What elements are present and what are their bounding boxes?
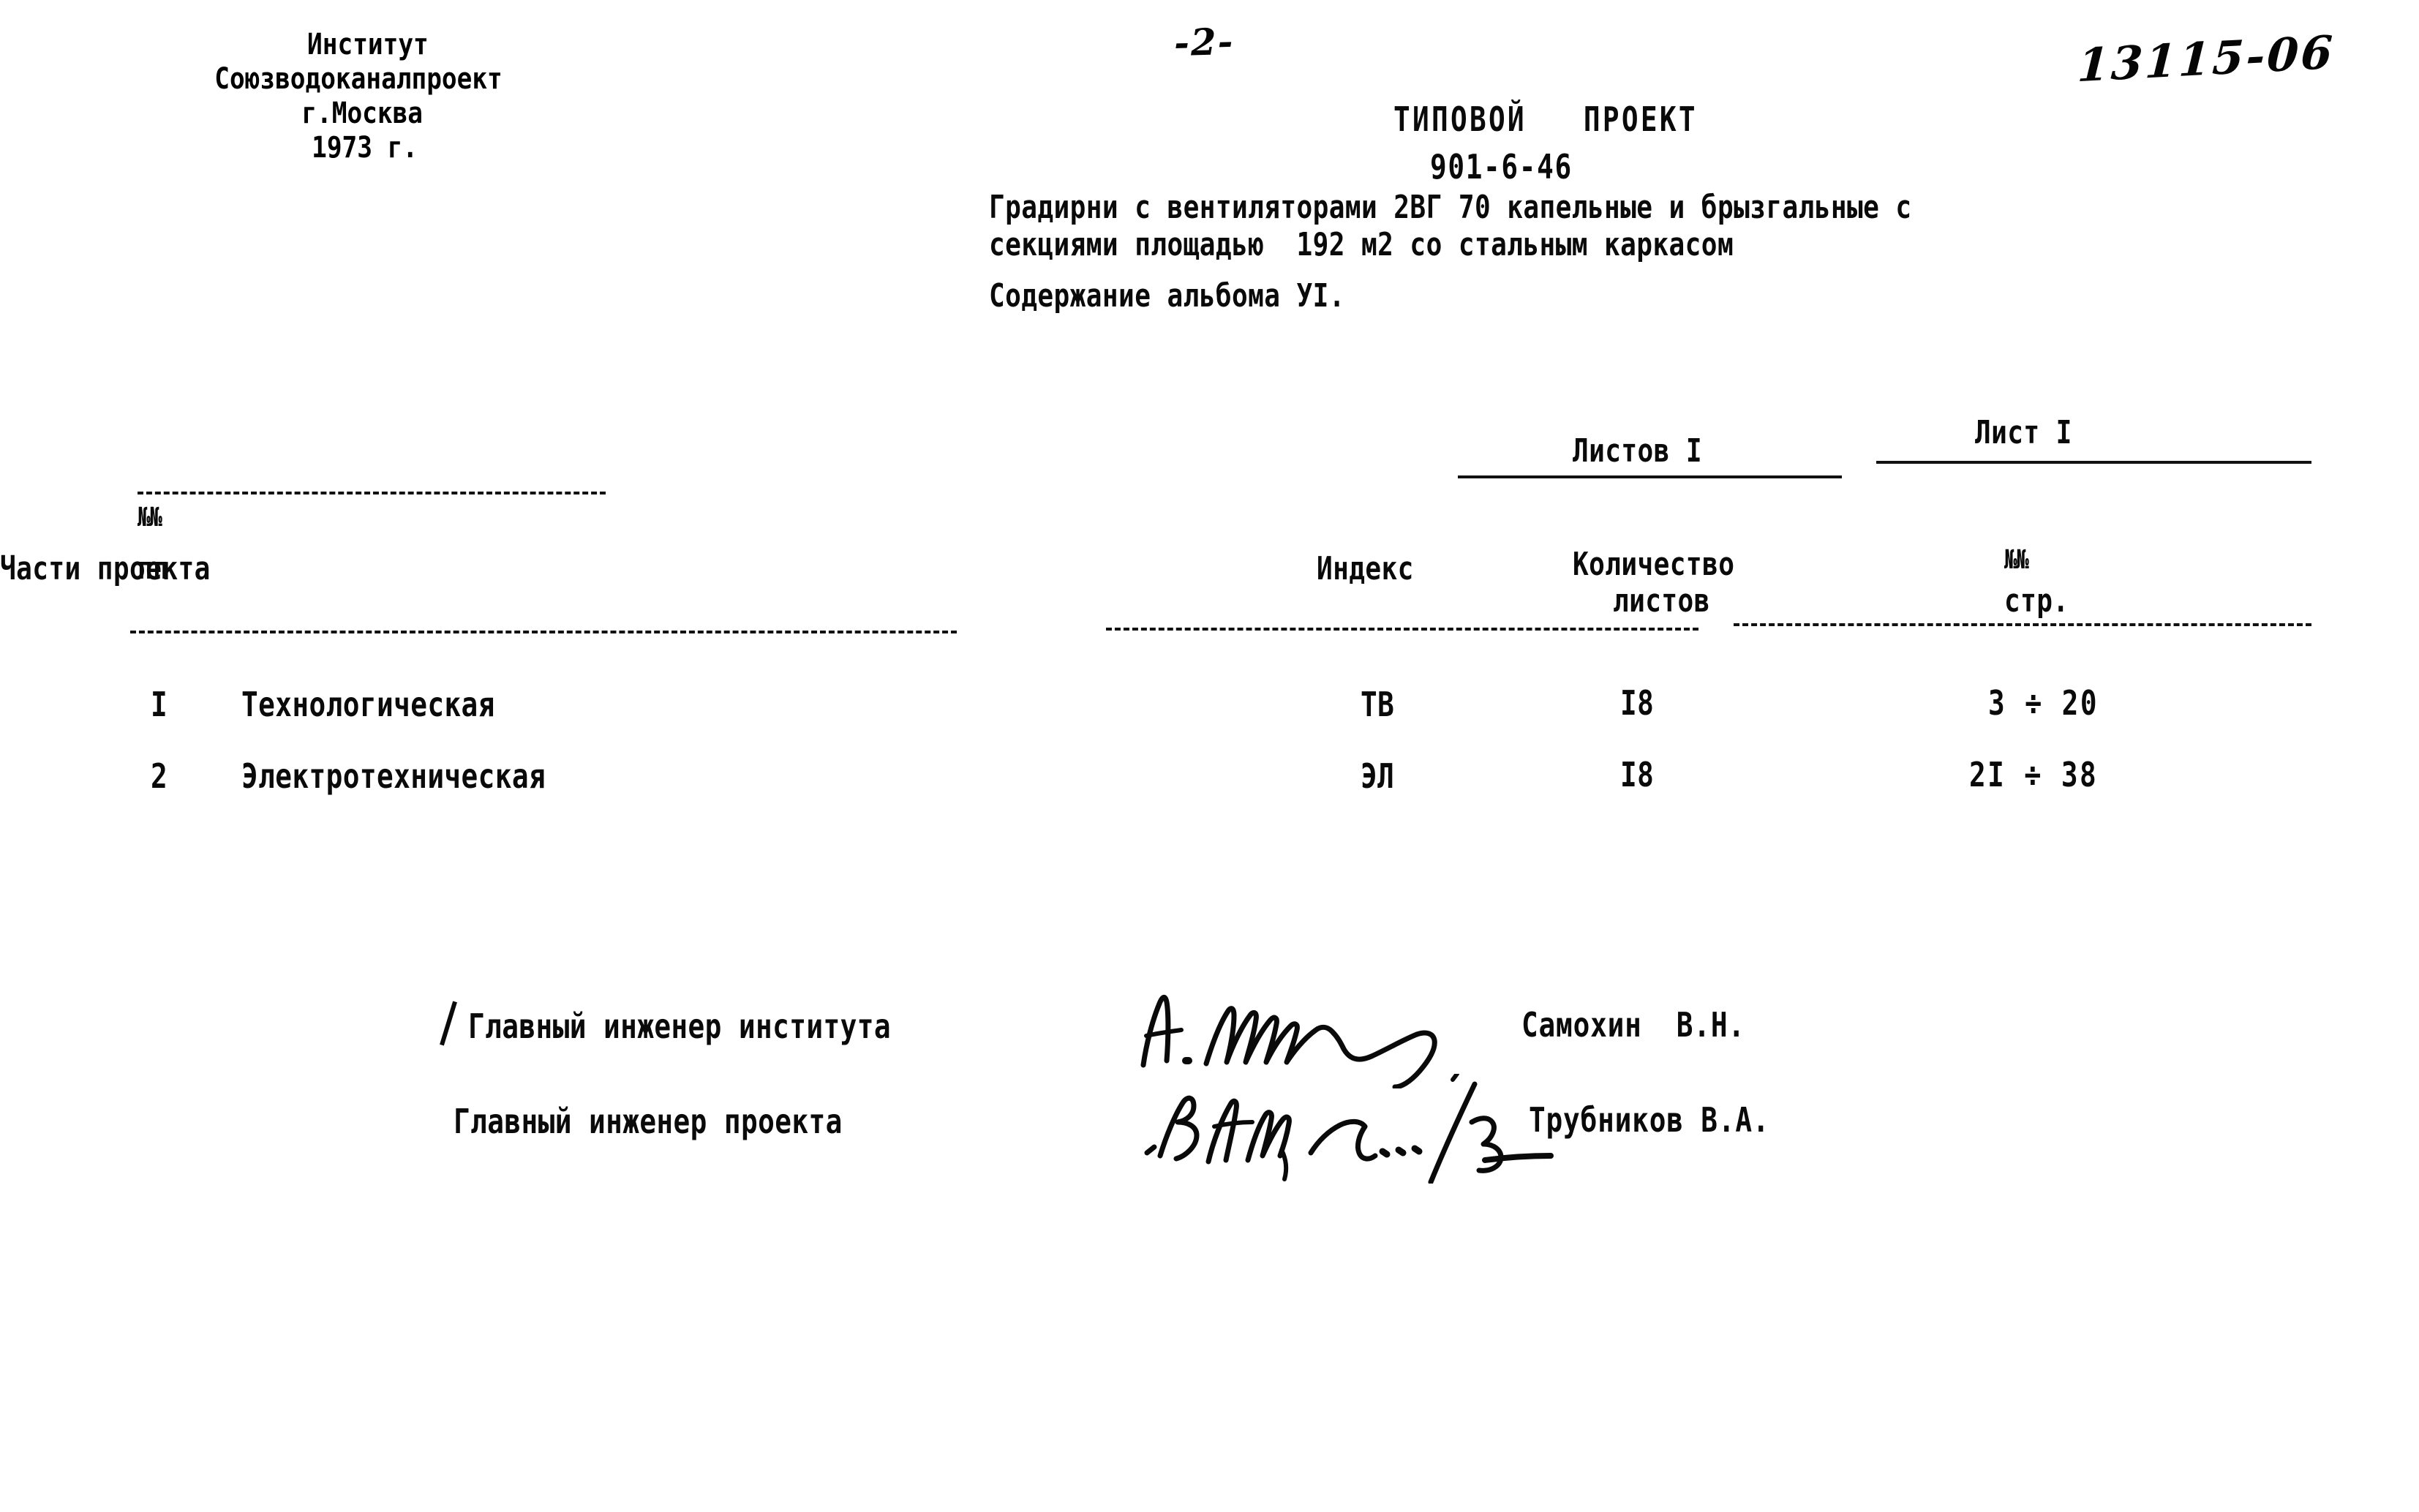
page-title: ТИПОВОЙ ПРОЕКТ — [1393, 99, 1698, 139]
organisation-institute: Институт — [307, 28, 429, 61]
rule-sheets-total — [1458, 475, 1842, 478]
table-header-top-rule — [138, 492, 606, 494]
table-row-quantity: I8 — [1620, 755, 1655, 794]
table-header-index: Индекс — [1317, 550, 1414, 587]
table-header-no: №№ — [138, 503, 162, 533]
handwritten-slash-mark — [440, 1001, 457, 1046]
table-row: I — [151, 685, 168, 724]
table-row-index: ТВ — [1361, 685, 1395, 724]
signature-name-samokhin: Самохин В.Н. — [1521, 1005, 1745, 1045]
signature-role-chief-engineer-project: Главный инженер проекта — [454, 1102, 843, 1141]
table-row-name: Технологическая — [241, 685, 495, 724]
project-description-line1: Градирни с вентиляторами 2ВГ 70 капельны… — [989, 189, 1912, 226]
signature-role-chief-engineer-institute: Главный инженер института — [468, 1007, 891, 1046]
rule-sheet-current — [1876, 461, 2311, 464]
signature-scribble-icon — [1141, 1072, 1595, 1186]
project-description-line2: секциями площадью 192 м2 со стальным кар… — [989, 226, 1734, 263]
table-row: 2 — [151, 756, 168, 796]
table-header-bottom-rule-2 — [1106, 628, 1698, 631]
table-header-bottom-rule-3 — [1734, 623, 2311, 626]
archive-number: 13115-06 — [2076, 25, 2336, 93]
table-row-quantity: I8 — [1620, 683, 1655, 723]
table-header-parts: Части проекта — [0, 550, 211, 587]
table-header-bottom-rule-1 — [130, 631, 957, 633]
table-header-quantity-line1: Количество — [1573, 546, 1735, 583]
organisation-year: 1973 г. — [312, 131, 418, 165]
page-number: -2- — [1173, 19, 1235, 65]
table-header-page-sub: стр. — [2004, 582, 2069, 620]
organisation-block: Институт Союзводоканалпроект г.Москва 19… — [168, 28, 549, 165]
table-row-pages: 3 ÷ 20 — [1988, 683, 2099, 723]
table-row-name: Электротехническая — [241, 756, 546, 796]
album-contents-label: Содержание альбома УI. — [989, 277, 1345, 315]
project-code: 901-6-46 — [1430, 147, 1573, 187]
table-header-quantity-line2: листов — [1613, 582, 1710, 620]
organisation-city: г.Москва — [301, 97, 424, 130]
organisation-name: Союзводоканалпроект — [214, 62, 503, 96]
table-row-index: ЭЛ — [1361, 756, 1395, 796]
sheets-total-label: Листов I — [1573, 432, 1703, 470]
table-header-page-no: №№ — [2004, 545, 2029, 575]
table-row-pages: 2I ÷ 38 — [1969, 755, 2099, 794]
sheet-current-label: Лист I — [1975, 414, 2072, 451]
